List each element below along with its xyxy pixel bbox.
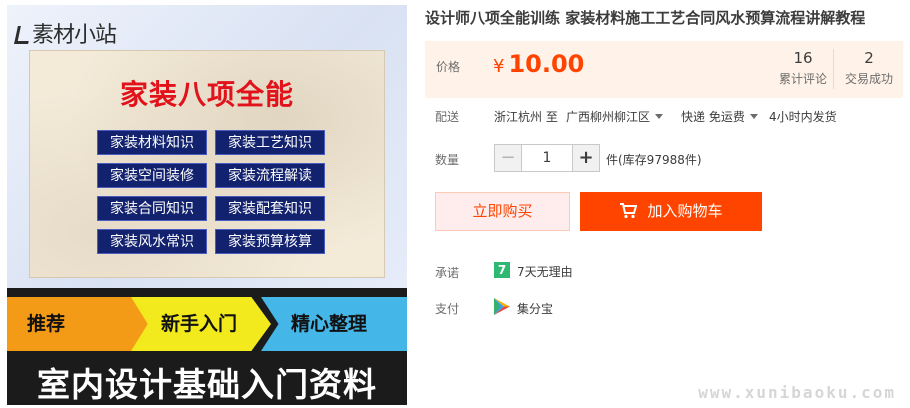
image-main-title: 家装八项全能 bbox=[119, 78, 294, 111]
topic-item: 家装空间装修 bbox=[97, 163, 207, 188]
delivery-destination-select[interactable]: 广西柳州柳江区 bbox=[566, 108, 664, 125]
quantity-decrease-button[interactable]: − bbox=[495, 145, 522, 171]
promise-label: 承诺 bbox=[435, 266, 460, 280]
quantity-input[interactable] bbox=[522, 145, 572, 171]
sales-label: 交易成功 bbox=[844, 72, 893, 86]
topic-item: 家装合同知识 bbox=[97, 196, 207, 221]
banner-text: 室内设计基础入门资料 bbox=[37, 365, 377, 404]
delivery-method: 快递 免运费 bbox=[681, 110, 745, 124]
sales-count: 2 bbox=[864, 49, 874, 67]
product-title: 设计师八项全能训练 家装材料施工工艺合同风水预算流程讲解教程 bbox=[425, 9, 866, 27]
chevron-down-icon bbox=[749, 114, 758, 119]
price-amount: 10.00 bbox=[508, 50, 585, 78]
topic-item: 家装工艺知识 bbox=[215, 130, 325, 155]
watermark-logo: 素材小站 bbox=[14, 17, 117, 49]
topic-item: 家装风水常识 bbox=[97, 229, 207, 254]
add-to-cart-label: 加入购物车 bbox=[647, 202, 723, 220]
product-image-banner: 推荐 新手入门 精心整理 室内设计基础入门资料 bbox=[7, 288, 407, 405]
delivery-origin: 浙江杭州 至 bbox=[494, 110, 558, 124]
seven-day-return-icon: 7 bbox=[494, 262, 510, 278]
delivery-method-select[interactable]: 快递 免运费 bbox=[681, 108, 758, 125]
topic-item: 家装流程解读 bbox=[215, 163, 325, 188]
delivery-destination: 广西柳州柳江区 bbox=[566, 110, 651, 124]
reviews-label: 累计评论 bbox=[778, 72, 827, 86]
logo-mark-icon bbox=[14, 26, 32, 44]
product-image-top: 素材小站 家装八项全能 家装材料知识 家装工艺知识 家装空间装修 家装流程解读 … bbox=[7, 5, 407, 288]
quantity-stepper: − + bbox=[494, 144, 600, 172]
currency-symbol: ¥ bbox=[493, 56, 505, 77]
sales-stat: 2 交易成功 bbox=[838, 49, 900, 87]
tag-recommend: 推荐 bbox=[7, 297, 157, 351]
ship-time: 4小时内发货 bbox=[769, 110, 837, 124]
promise-text[interactable]: 7天无理由 bbox=[517, 263, 573, 280]
reviews-stat[interactable]: 16 累计评论 bbox=[775, 49, 831, 87]
jifenbao-icon bbox=[494, 298, 510, 315]
quantity-increase-button[interactable]: + bbox=[572, 145, 599, 171]
quantity-label: 数量 bbox=[435, 153, 460, 167]
stat-divider bbox=[833, 49, 834, 89]
stock-info: 件(库存97988件) bbox=[606, 153, 702, 167]
tag-beginner: 新手入门 bbox=[131, 297, 271, 351]
topic-item: 家装预算核算 bbox=[215, 229, 325, 254]
topic-item: 家装配套知识 bbox=[215, 196, 325, 221]
product-image[interactable]: 素材小站 家装八项全能 家装材料知识 家装工艺知识 家装空间装修 家装流程解读 … bbox=[7, 5, 407, 405]
reviews-count: 16 bbox=[793, 49, 813, 67]
delivery-label: 配送 bbox=[435, 110, 460, 124]
price-label: 价格 bbox=[436, 60, 461, 74]
site-watermark: www.xunibaoku.com bbox=[698, 383, 896, 402]
tag-curated: 精心整理 bbox=[261, 297, 407, 351]
price-panel: 价格 ¥10.00 16 累计评论 2 交易成功 bbox=[425, 41, 903, 98]
price-value: ¥10.00 bbox=[493, 50, 584, 78]
cart-icon bbox=[620, 203, 638, 219]
topic-item: 家装材料知识 bbox=[97, 130, 207, 155]
buy-now-button[interactable]: 立即购买 bbox=[435, 192, 570, 231]
topic-grid: 家装材料知识 家装工艺知识 家装空间装修 家装流程解读 家装合同知识 家装配套知… bbox=[97, 130, 327, 254]
payment-label: 支付 bbox=[435, 302, 460, 316]
tag-row: 推荐 新手入门 精心整理 bbox=[7, 297, 407, 351]
add-to-cart-button[interactable]: 加入购物车 bbox=[580, 192, 762, 231]
payment-method[interactable]: 集分宝 bbox=[517, 300, 553, 317]
chevron-down-icon bbox=[655, 114, 664, 119]
